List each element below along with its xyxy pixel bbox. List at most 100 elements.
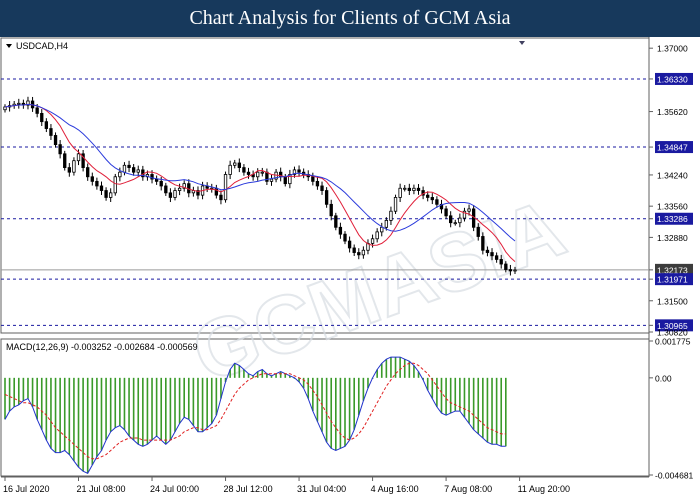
macd-histogram-bar bbox=[394, 357, 397, 378]
macd-histogram-bar bbox=[31, 377, 34, 407]
time-tick-label: 21 Jul 08:00 bbox=[77, 484, 126, 494]
macd-histogram-bar bbox=[210, 377, 213, 424]
candle bbox=[53, 135, 58, 146]
candle bbox=[426, 194, 430, 198]
macd-histogram-bar bbox=[486, 377, 489, 443]
macd-histogram-bar bbox=[491, 377, 493, 445]
candle bbox=[104, 190, 108, 198]
candle bbox=[343, 233, 347, 242]
macd-histogram-bar bbox=[459, 377, 461, 412]
macd-histogram-bar bbox=[178, 377, 181, 424]
macd-histogram-bar bbox=[68, 377, 71, 455]
candle bbox=[315, 180, 320, 187]
candle bbox=[504, 263, 508, 270]
macd-histogram-bar bbox=[380, 363, 383, 378]
candle bbox=[449, 215, 453, 224]
candle bbox=[118, 171, 122, 178]
macd-histogram-bar bbox=[151, 377, 153, 441]
macd-histogram-bar bbox=[13, 377, 15, 407]
macd-histogram-bar bbox=[413, 365, 415, 378]
macd-histogram-bar bbox=[206, 377, 208, 428]
macd-histogram-bar bbox=[96, 377, 98, 457]
macd-histogram-bar bbox=[385, 359, 388, 378]
trading-chart[interactable]: GCMASIA USDCAD,H4 MACD(12,26,9) -0.00325… bbox=[0, 37, 700, 500]
macd-histogram-bar bbox=[399, 357, 401, 378]
macd-histogram-bar bbox=[233, 363, 236, 378]
time-tick-label: 16 Jul 2020 bbox=[3, 484, 50, 494]
candle bbox=[490, 252, 494, 257]
candle bbox=[35, 107, 39, 114]
candle bbox=[58, 144, 62, 155]
macd-histogram-bar bbox=[91, 377, 94, 466]
time-tick-label: 11 Aug 20:00 bbox=[518, 484, 570, 494]
candle bbox=[324, 190, 329, 205]
candle bbox=[3, 106, 7, 111]
candle bbox=[109, 192, 113, 198]
candle bbox=[228, 164, 232, 175]
candle bbox=[168, 192, 173, 198]
candle bbox=[260, 171, 264, 174]
candle bbox=[508, 269, 513, 272]
macd-histogram-bar bbox=[86, 377, 89, 474]
candle bbox=[398, 187, 402, 198]
candle bbox=[384, 220, 389, 228]
candle bbox=[338, 226, 343, 235]
candle bbox=[283, 176, 287, 185]
candle bbox=[407, 187, 411, 191]
macd-histogram-bar bbox=[109, 377, 112, 432]
macd-histogram-bar bbox=[390, 357, 392, 378]
candle bbox=[412, 187, 416, 191]
candle bbox=[86, 167, 90, 178]
macd-histogram-bar bbox=[468, 377, 470, 424]
macd-histogram-bar bbox=[119, 377, 121, 426]
candle bbox=[416, 187, 421, 191]
macd-histogram-bar bbox=[27, 377, 29, 399]
macd-histogram-bar bbox=[4, 377, 6, 420]
candle bbox=[370, 238, 375, 244]
macd-histogram-bar bbox=[330, 377, 333, 449]
macd-histogram-bar bbox=[123, 377, 126, 430]
macd-histogram-bar bbox=[128, 377, 130, 436]
candle bbox=[297, 169, 301, 173]
macd-histogram-bar bbox=[165, 377, 167, 445]
macd-histogram-bar bbox=[82, 377, 84, 472]
candle bbox=[44, 121, 49, 129]
macd-histogram-bar bbox=[132, 377, 135, 441]
time-tick-label: 7 Aug 08:00 bbox=[444, 484, 492, 494]
macd-histogram-bar bbox=[77, 377, 80, 468]
symbol-label: USDCAD,H4 bbox=[16, 41, 68, 51]
macd-histogram-bar bbox=[155, 377, 158, 436]
macd-histogram-bar bbox=[63, 377, 66, 451]
macd-histogram-bar bbox=[73, 377, 75, 461]
macd-histogram-bar bbox=[59, 377, 61, 453]
candle bbox=[444, 208, 448, 217]
macd-histogram-bar bbox=[100, 377, 103, 451]
candle bbox=[393, 197, 398, 212]
candle bbox=[435, 199, 439, 205]
macd-histogram-bar bbox=[174, 377, 176, 432]
macd-histogram-bar bbox=[449, 377, 452, 414]
candle bbox=[173, 190, 177, 198]
macd-label: MACD(12,26,9) -0.003252 -0.002684 -0.000… bbox=[6, 342, 198, 352]
macd-histogram-bar bbox=[445, 377, 447, 416]
candle bbox=[219, 194, 223, 201]
macd-histogram-bar bbox=[146, 377, 149, 445]
price-tick-label: 1.34847 bbox=[657, 143, 688, 153]
macd-histogram-bar bbox=[307, 377, 310, 399]
candle bbox=[499, 259, 503, 265]
candle bbox=[311, 176, 315, 182]
price-tick-label: 1.33560 bbox=[657, 202, 688, 212]
candle bbox=[357, 252, 361, 256]
macd-histogram-bar bbox=[454, 377, 457, 412]
price-tick-label: 1.36330 bbox=[657, 74, 688, 84]
candle bbox=[113, 176, 117, 194]
macd-histogram-bar bbox=[201, 377, 204, 432]
candle bbox=[159, 180, 163, 187]
macd-tick-label: -0.004681 bbox=[655, 471, 694, 481]
macd-histogram-bar bbox=[477, 377, 480, 434]
macd-histogram-bar bbox=[482, 377, 484, 439]
header-bar: Chart Analysis for Clients of GCM Asia bbox=[0, 0, 700, 37]
candle bbox=[214, 187, 219, 196]
macd-histogram-bar bbox=[197, 377, 199, 432]
macd-histogram-bar bbox=[353, 377, 355, 430]
